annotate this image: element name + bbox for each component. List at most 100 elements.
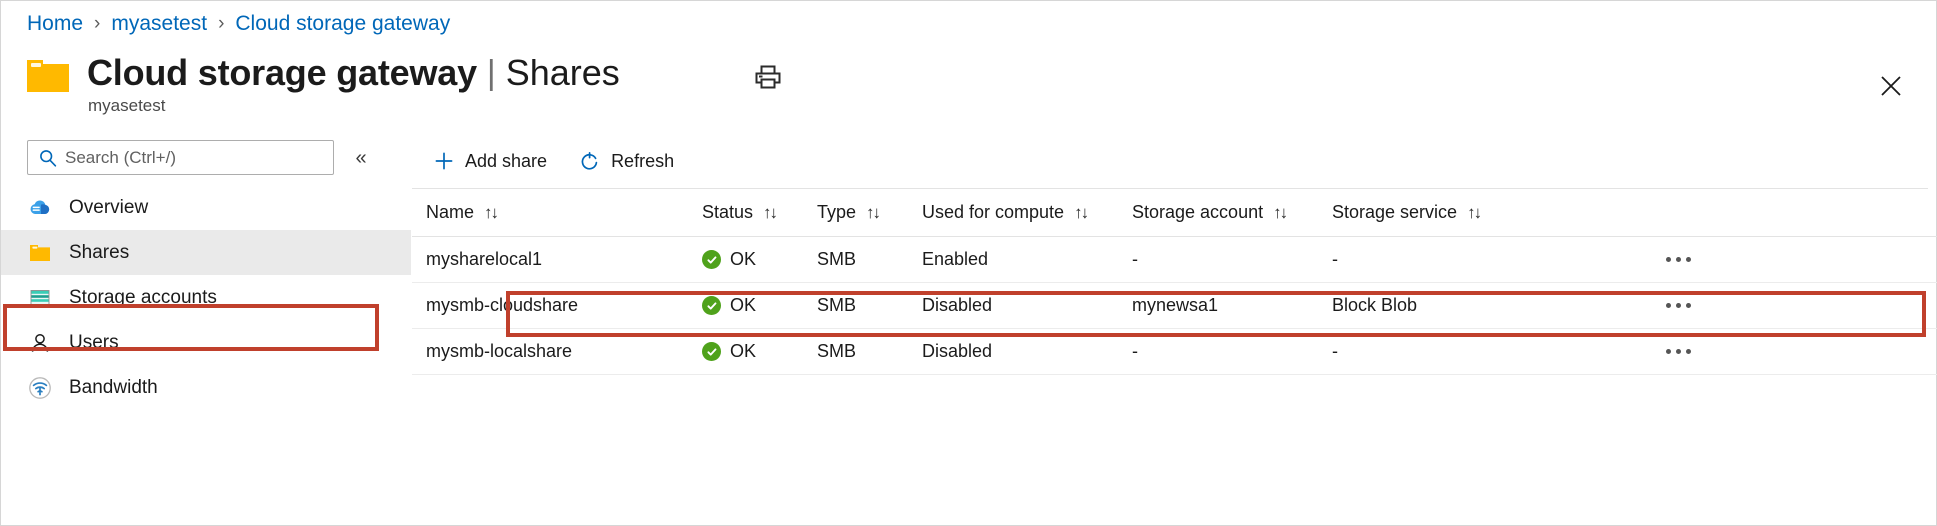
column-header-type[interactable]: Type ↑↓	[817, 202, 922, 223]
refresh-button[interactable]: Refresh	[567, 143, 686, 179]
refresh-label: Refresh	[611, 151, 674, 172]
cell-name: mysharelocal1	[412, 249, 702, 270]
shares-content: Add share Refresh Name ↑↓	[412, 127, 1936, 525]
column-header-label: Name	[426, 202, 474, 223]
sidebar-item-shares[interactable]: Shares	[1, 230, 411, 275]
print-button[interactable]	[747, 58, 789, 96]
breadcrumb-separator: ›	[94, 13, 100, 35]
sidebar-item-bandwidth[interactable]: Bandwidth	[1, 365, 411, 410]
sidebar-item-overview[interactable]: Overview	[1, 185, 411, 230]
sidebar-item-label: Overview	[69, 197, 148, 219]
column-header-label: Type	[817, 202, 856, 223]
column-header-status[interactable]: Status ↑↓	[702, 202, 817, 223]
shares-table: Name ↑↓ Status ↑↓ Type ↑↓ Used for compu…	[412, 189, 1937, 375]
column-header-label: Storage account	[1132, 202, 1263, 223]
cell-used-for-compute: Enabled	[922, 249, 1132, 270]
cloud-icon	[27, 195, 53, 221]
check-circle-icon	[702, 342, 721, 361]
search-input[interactable]	[65, 141, 305, 174]
check-circle-icon	[702, 250, 721, 269]
azure-portal-blade: Home › myasetest › Cloud storage gateway…	[0, 0, 1937, 526]
folder-icon	[25, 56, 71, 96]
column-header-name[interactable]: Name ↑↓	[412, 202, 702, 223]
cell-name: mysmb-cloudshare	[412, 295, 702, 316]
sort-icon[interactable]: ↑↓	[1467, 203, 1480, 223]
column-header-used-for-compute[interactable]: Used for compute ↑↓	[922, 202, 1132, 223]
table-row[interactable]: mysharelocal1 OK SMB Enabled - -	[412, 237, 1937, 283]
sidebar-item-label: Shares	[69, 242, 129, 264]
sidebar-item-label: Storage accounts	[69, 287, 217, 309]
table-header-row: Name ↑↓ Status ↑↓ Type ↑↓ Used for compu…	[412, 189, 1937, 237]
cell-storage-account: -	[1132, 341, 1332, 362]
cell-status: OK	[702, 295, 817, 316]
status-badge: OK	[702, 249, 756, 270]
command-bar: Add share Refresh	[412, 139, 694, 183]
cell-storage-account: mynewsa1	[1132, 295, 1332, 316]
sidebar-item-label: Bandwidth	[69, 377, 158, 399]
more-options-icon[interactable]	[1662, 343, 1695, 360]
check-circle-icon	[702, 296, 721, 315]
cell-storage-service: -	[1332, 249, 1532, 270]
close-button[interactable]	[1874, 69, 1908, 103]
more-options-icon[interactable]	[1662, 251, 1695, 268]
add-share-button[interactable]: Add share	[422, 143, 559, 179]
cell-status: OK	[702, 341, 817, 362]
status-badge: OK	[702, 295, 756, 316]
breadcrumb-item-myasetest[interactable]: myasetest	[111, 12, 207, 36]
blade-sidebar: « Overview	[1, 127, 411, 526]
sort-icon[interactable]: ↑↓	[763, 203, 776, 223]
page-title-resource: Cloud storage gateway	[87, 52, 477, 94]
bandwidth-icon	[27, 375, 53, 401]
table-row[interactable]: mysmb-localshare OK SMB Disabled - -	[412, 329, 1937, 375]
refresh-icon	[579, 151, 600, 172]
cell-actions	[1532, 297, 1717, 314]
cell-storage-account: -	[1132, 249, 1332, 270]
close-icon	[1879, 74, 1903, 98]
column-header-storage-service[interactable]: Storage service ↑↓	[1332, 202, 1532, 223]
cell-name: mysmb-localshare	[412, 341, 702, 362]
cell-actions	[1532, 251, 1717, 268]
folder-icon	[27, 240, 53, 266]
status-label: OK	[730, 341, 756, 362]
breadcrumb-separator: ›	[218, 13, 224, 35]
cell-type: SMB	[817, 249, 922, 270]
sort-icon[interactable]: ↑↓	[866, 203, 879, 223]
sort-icon[interactable]: ↑↓	[1273, 203, 1286, 223]
cell-type: SMB	[817, 341, 922, 362]
column-header-storage-account[interactable]: Storage account ↑↓	[1132, 202, 1332, 223]
cell-status: OK	[702, 249, 817, 270]
person-icon	[27, 330, 53, 356]
sort-icon[interactable]: ↑↓	[1074, 203, 1087, 223]
cell-actions	[1532, 343, 1717, 360]
sidebar-item-label: Users	[69, 332, 119, 354]
column-header-label: Used for compute	[922, 202, 1064, 223]
collapse-sidebar-button[interactable]: «	[347, 144, 375, 172]
breadcrumb: Home › myasetest › Cloud storage gateway	[27, 9, 450, 39]
printer-icon	[755, 65, 781, 89]
column-header-label: Storage service	[1332, 202, 1457, 223]
cell-storage-service: Block Blob	[1332, 295, 1532, 316]
sidebar-item-users[interactable]: Users	[1, 320, 411, 365]
column-header-label: Status	[702, 202, 753, 223]
breadcrumb-item-cloud-storage-gateway[interactable]: Cloud storage gateway	[235, 12, 450, 36]
table-row[interactable]: mysmb-cloudshare OK SMB Disabled mynewsa…	[412, 283, 1937, 329]
sort-icon[interactable]: ↑↓	[484, 203, 497, 223]
more-options-icon[interactable]	[1662, 297, 1695, 314]
sidebar-nav: Overview Shares	[1, 185, 411, 410]
status-label: OK	[730, 295, 756, 316]
search-box[interactable]	[27, 140, 334, 175]
cell-type: SMB	[817, 295, 922, 316]
status-label: OK	[730, 249, 756, 270]
storage-account-icon	[27, 285, 53, 311]
search-icon	[39, 149, 57, 167]
page-title-separator: |	[487, 54, 496, 93]
page-title: Cloud storage gateway | Shares	[87, 49, 620, 97]
page-subtitle: myasetest	[88, 96, 165, 116]
plus-icon	[434, 151, 454, 171]
cell-storage-service: -	[1332, 341, 1532, 362]
breadcrumb-item-home[interactable]: Home	[27, 12, 83, 36]
status-badge: OK	[702, 341, 756, 362]
cell-used-for-compute: Disabled	[922, 295, 1132, 316]
sidebar-item-storage-accounts[interactable]: Storage accounts	[1, 275, 411, 320]
cell-used-for-compute: Disabled	[922, 341, 1132, 362]
